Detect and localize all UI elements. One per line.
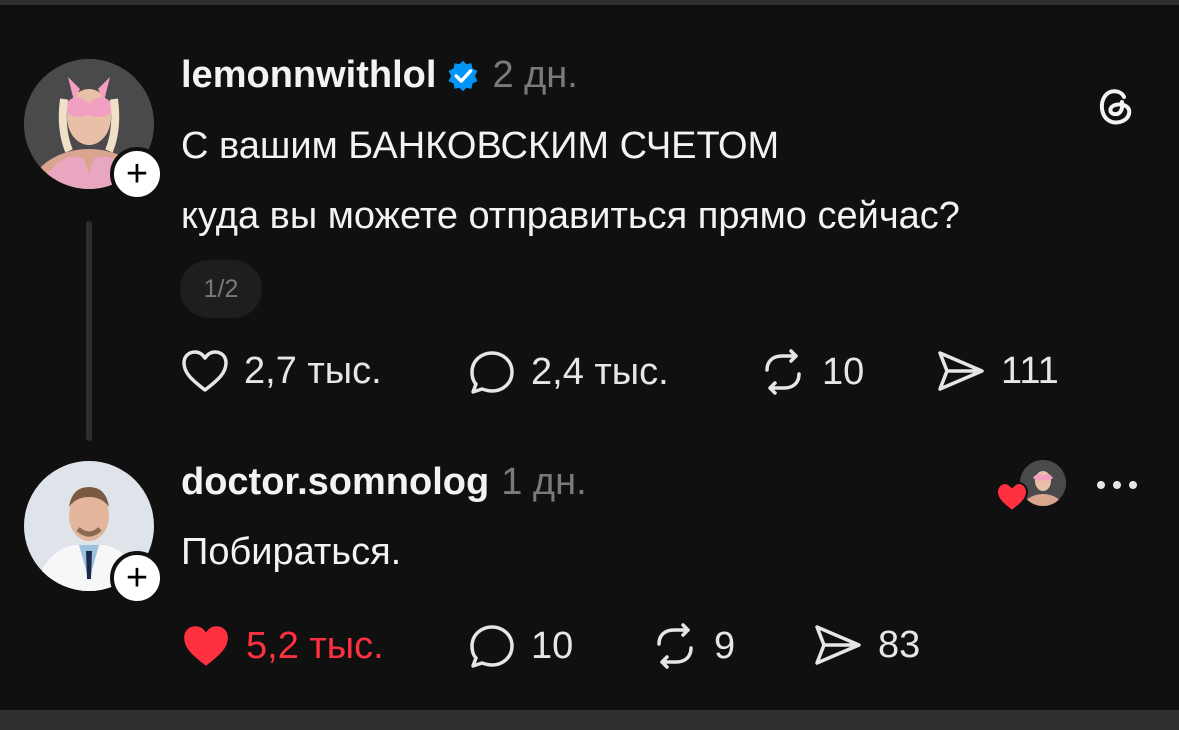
send-icon — [938, 351, 984, 391]
follow-button[interactable]: + — [110, 147, 164, 201]
like-count: 2,7 тыс. — [244, 349, 382, 392]
reply-header: doctor.somnolog 1 дн. — [181, 461, 587, 504]
reply-share-button[interactable]: 83 — [812, 622, 920, 668]
repost-button[interactable]: 10 — [758, 348, 864, 396]
more-options-icon[interactable] — [1094, 475, 1140, 495]
repost-count: 10 — [822, 350, 865, 393]
reply-text: Побираться. — [181, 531, 402, 573]
reply-like-count: 5,2 тыс. — [246, 624, 384, 667]
reply-follow-button[interactable]: + — [110, 551, 164, 605]
reply-share-count: 83 — [878, 623, 921, 666]
thread-connector-line — [86, 221, 92, 441]
reply-comment-count: 10 — [531, 624, 574, 667]
post-text-line-1: С вашим БАНКОВСКИМ СЧЕТОМ — [181, 125, 780, 167]
threads-logo-icon[interactable] — [1094, 84, 1136, 126]
reply-username[interactable]: doctor.somnolog — [181, 461, 489, 504]
share-count: 111 — [1001, 349, 1059, 392]
comment-button[interactable]: 2,4 тыс. — [467, 348, 669, 396]
share-button[interactable]: 111 — [935, 348, 1059, 394]
heart-icon — [182, 350, 228, 392]
repost-icon — [765, 349, 801, 395]
like-button[interactable]: 2,7 тыс. — [180, 348, 382, 394]
author-username[interactable]: lemonnwithlol — [181, 54, 436, 97]
heart-filled-icon — [184, 626, 228, 666]
reply-comment-button[interactable]: 10 — [467, 622, 573, 670]
repost-icon — [657, 623, 693, 669]
send-icon — [815, 625, 861, 665]
verified-badge-icon — [448, 60, 478, 91]
heart-icon — [995, 481, 1029, 513]
reply-repost-count: 9 — [714, 624, 736, 667]
comment-count: 2,4 тыс. — [531, 350, 669, 393]
reply-like-button[interactable]: 5,2 тыс. — [180, 622, 384, 670]
thread-panel: + lemonnwithlol 2 дн. С вашим БАНКОВСКИМ… — [0, 5, 1179, 710]
post-header: lemonnwithlol 2 дн. — [181, 54, 578, 97]
comment-bubble-icon — [470, 351, 514, 394]
comment-bubble-icon — [470, 625, 514, 668]
plus-icon: + — [125, 153, 149, 195]
reply-timestamp: 1 дн. — [501, 461, 587, 503]
post-text-line-2: куда вы можете отправиться прямо сейчас? — [181, 195, 960, 237]
page-indicator: 1/2 — [180, 260, 262, 318]
reply-repost-button[interactable]: 9 — [650, 622, 735, 670]
plus-icon: + — [125, 557, 149, 599]
post-timestamp: 2 дн. — [492, 54, 578, 96]
